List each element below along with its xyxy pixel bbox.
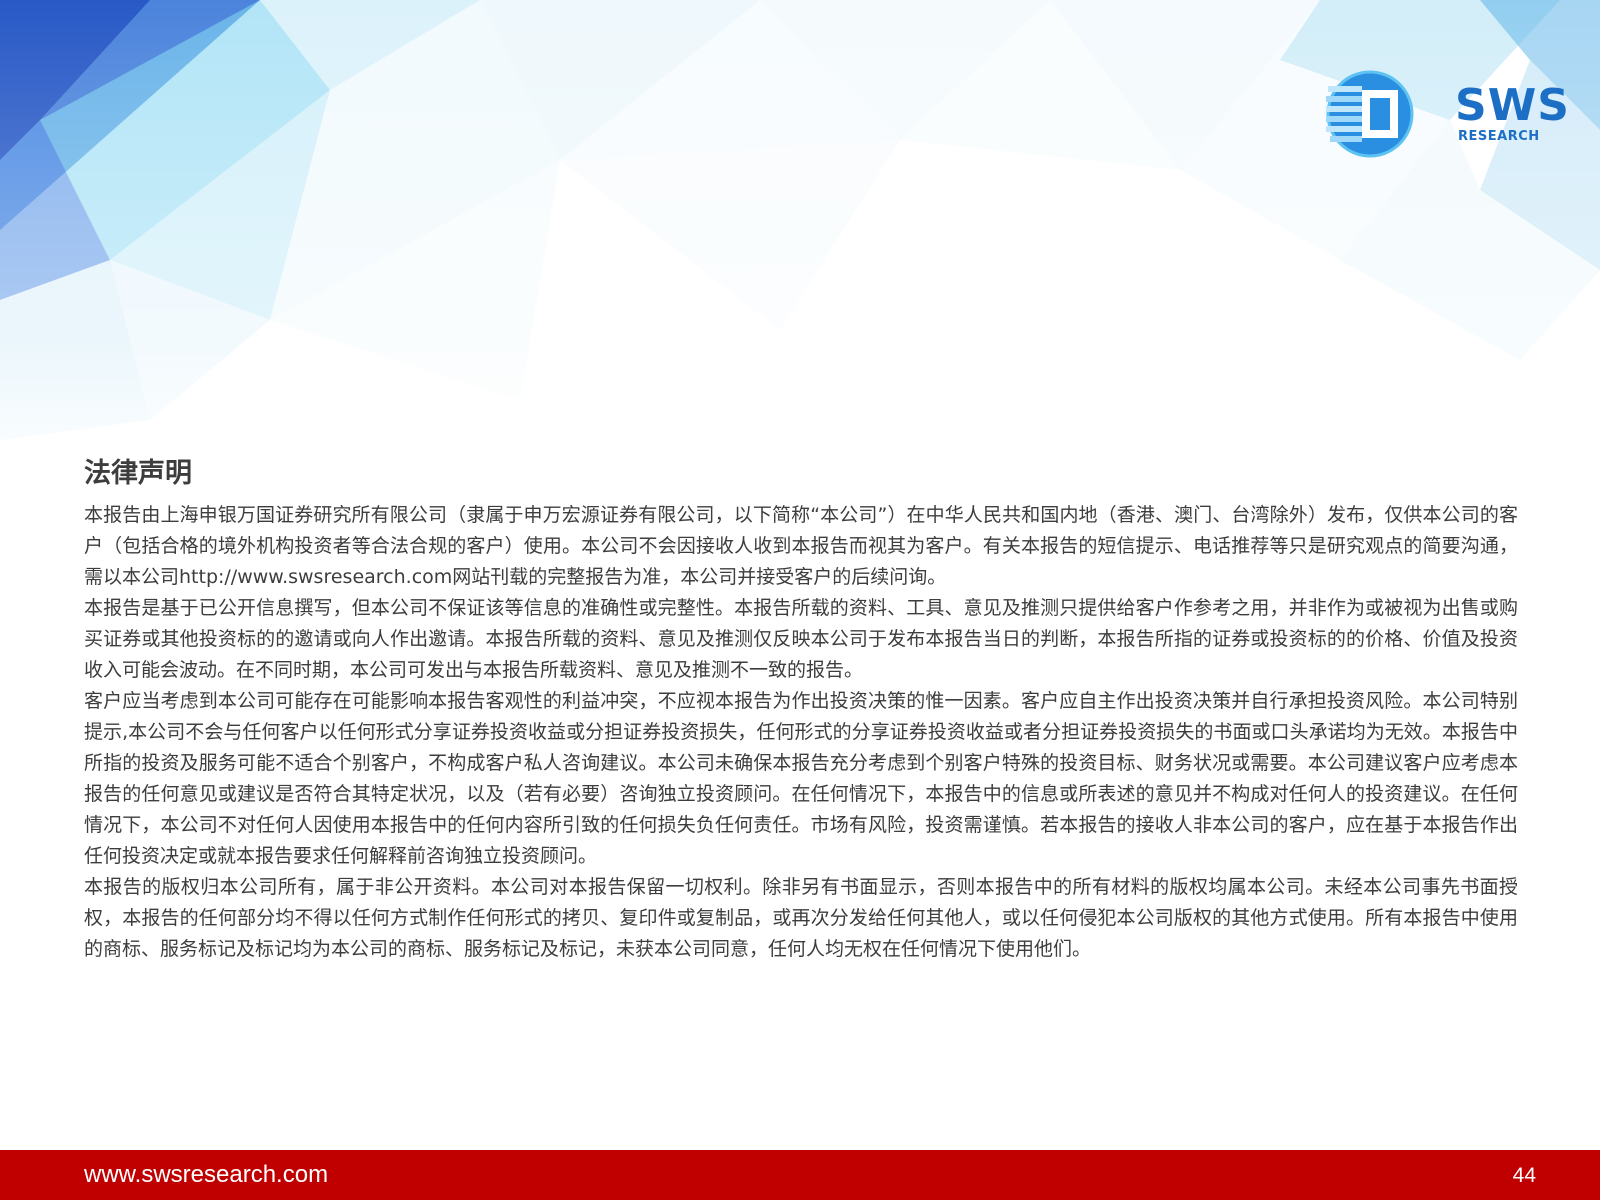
footer-website-link[interactable]: www.swsresearch.com bbox=[84, 1162, 328, 1188]
section-title: 法律声明 bbox=[84, 458, 192, 489]
legal-disclaimer-section: 法律声明 本报告由上海申银万国证券研究所有限公司（隶属于申万宏源证券有限公司，以… bbox=[84, 456, 1518, 965]
paragraph-distribution: 本报告由上海申银万国证券研究所有限公司（隶属于申万宏源证券有限公司，以下简称“本… bbox=[84, 504, 1518, 588]
footer-bar: www.swsresearch.com 44 bbox=[0, 1150, 1600, 1200]
logo-subtitle: RESEARCH bbox=[1458, 129, 1540, 144]
paragraph-copyright: 本报告的版权归本公司所有，属于非公开资料。本公司对本报告保留一切权利。除非另有书… bbox=[84, 876, 1518, 960]
page-number: 44 bbox=[1512, 1164, 1536, 1187]
paragraph-information-basis: 本报告是基于已公开信息撰写，但本公司不保证该等信息的准确性或完整性。本报告所载的… bbox=[84, 597, 1518, 681]
paragraph-investment-risk: 客户应当考虑到本公司可能存在可能影响本报告客观性的利益冲突，不应视本报告为作出投… bbox=[84, 690, 1518, 867]
logo-wordmark: SWS bbox=[1455, 80, 1570, 131]
